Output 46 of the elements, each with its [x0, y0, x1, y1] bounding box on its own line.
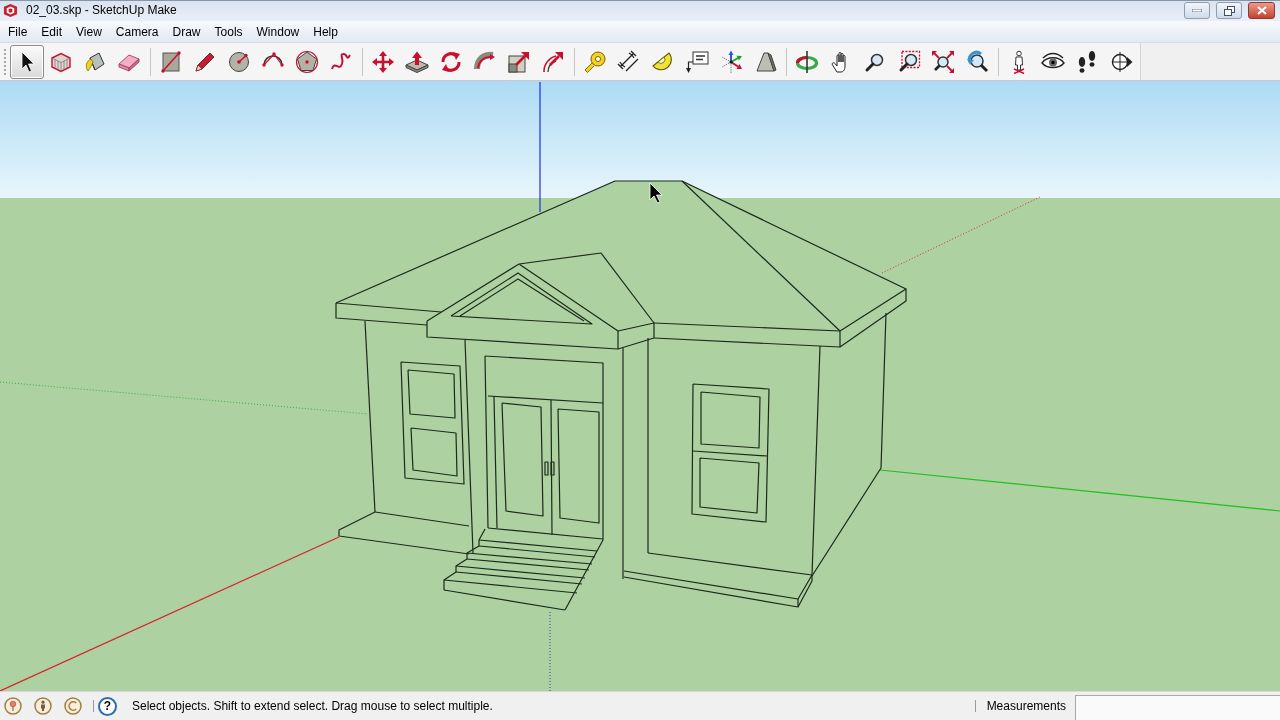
- grip-handle-icon[interactable]: [3, 48, 7, 75]
- offset-icon: [541, 49, 565, 74]
- status-icon-button[interactable]: [4, 697, 22, 715]
- open-circle-icon: [64, 697, 82, 715]
- tape-measure-icon: [583, 49, 607, 74]
- mouse-pointer-icon: [649, 182, 663, 204]
- previous-view-icon: [965, 49, 989, 74]
- orbit-icon: [795, 49, 819, 74]
- status-icon-button[interactable]: [64, 697, 82, 715]
- polygon-icon: [295, 49, 319, 74]
- window-title: 02_03.skp - SketchUp Make: [26, 2, 177, 19]
- close-icon: [1256, 6, 1267, 15]
- menu-item[interactable]: Camera: [108, 21, 166, 42]
- close-button[interactable]: [1248, 2, 1275, 19]
- menu-item[interactable]: Draw: [165, 21, 208, 42]
- zoom-window-icon: [897, 49, 921, 74]
- menu-item[interactable]: Edit: [34, 21, 70, 42]
- dimension-icon: [617, 49, 641, 74]
- person-icon: [34, 697, 52, 715]
- location-pin-icon: [4, 697, 22, 715]
- restore-button[interactable]: [1216, 2, 1242, 19]
- move-arrows-icon: [371, 49, 395, 74]
- status-hint: Select objects. Shift to extend select. Drag mouse to select multiple.: [132, 698, 493, 715]
- text-label-icon: [685, 49, 709, 74]
- menu-item[interactable]: View: [69, 21, 109, 42]
- restore-icon: [1223, 5, 1235, 16]
- zoom-extents-icon: [931, 49, 955, 74]
- minimize-icon: [1192, 9, 1202, 12]
- menu-item[interactable]: File: [1, 21, 35, 42]
- measurements-label: Measurements: [986, 698, 1066, 715]
- tool-button[interactable]: [10, 44, 44, 79]
- section-plane-icon: [1109, 49, 1133, 74]
- menu-item[interactable]: Window: [249, 21, 307, 42]
- axes-icon: [719, 49, 743, 74]
- rotate-arrows-icon: [439, 49, 463, 74]
- extruded-shape-icon: [753, 49, 777, 74]
- measurements-field[interactable]: [1075, 695, 1280, 720]
- menu-item[interactable]: Tools: [207, 21, 250, 42]
- app-icon: [3, 3, 18, 18]
- status-icon-button[interactable]: [34, 697, 52, 715]
- scale-icon: [507, 49, 531, 74]
- circle-icon: [227, 49, 251, 74]
- rectangle-icon: [159, 49, 183, 74]
- help-button[interactable]: ?: [98, 696, 117, 716]
- menu-item[interactable]: Help: [306, 21, 345, 42]
- push-pull-icon: [405, 49, 429, 74]
